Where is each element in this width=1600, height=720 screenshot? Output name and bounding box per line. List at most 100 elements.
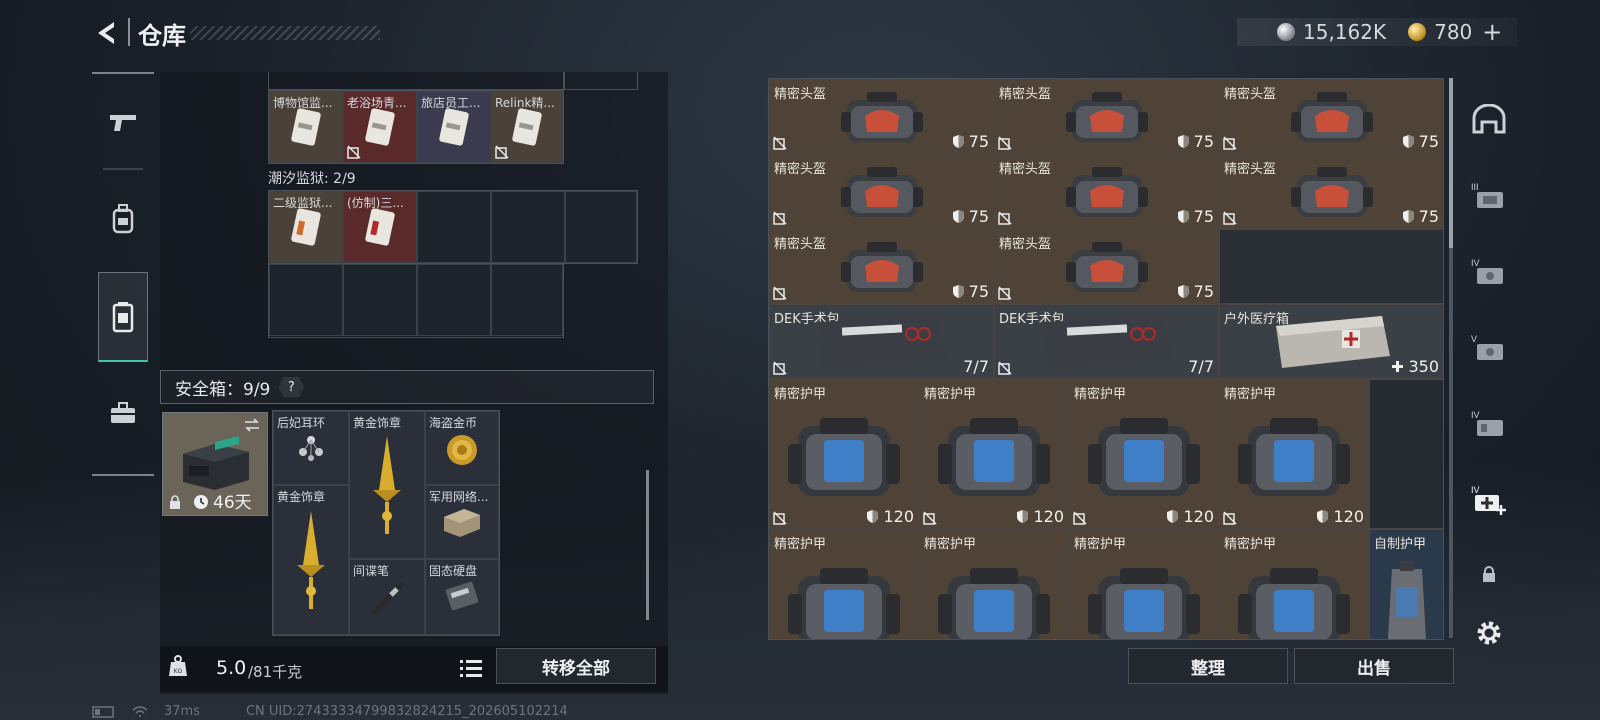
nav-toolbox[interactable] bbox=[98, 382, 148, 444]
empty-slot[interactable] bbox=[1219, 229, 1443, 304]
help-button[interactable]: ? bbox=[278, 377, 305, 397]
stash-item[interactable]: 旅店员工... bbox=[417, 91, 491, 163]
empty-slot[interactable] bbox=[417, 264, 491, 336]
safe-item[interactable]: 后妃耳环 bbox=[273, 411, 349, 485]
armor-item[interactable]: 精密护甲 120 bbox=[919, 379, 1069, 529]
organize-button[interactable]: 整理 bbox=[1128, 648, 1288, 684]
no-transfer-icon bbox=[923, 511, 937, 525]
armor-item[interactable]: 精密护甲 bbox=[769, 529, 919, 639]
durability-shield-icon bbox=[952, 135, 964, 148]
armor-item[interactable]: 精密护甲 120 bbox=[1069, 379, 1219, 529]
inventory-scrollbar[interactable] bbox=[1449, 78, 1453, 638]
dek-surgery-kit[interactable]: DEK手术包 7/7 bbox=[994, 304, 1219, 379]
empty-slot[interactable] bbox=[417, 191, 491, 263]
empty-slot[interactable] bbox=[1369, 379, 1443, 529]
outdoor-medical-kit[interactable]: 户外医疗箱 350 bbox=[1219, 304, 1443, 379]
back-arrow-icon[interactable] bbox=[92, 18, 122, 48]
item-image bbox=[770, 530, 918, 639]
safe-item[interactable]: 黄金饰章 bbox=[349, 411, 425, 559]
safe-item[interactable]: 间谍笔 bbox=[349, 559, 425, 635]
safe-box-grid: 后妃耳环 黄金饰章 海盗金币 黄金饰章 军用网络... 间谍笔 固态硬盘 bbox=[272, 410, 500, 636]
durability-shield-icon bbox=[1177, 135, 1189, 148]
helmet-item[interactable]: 精密头盔 75 bbox=[769, 154, 994, 229]
top-bar: 仓库 15,162K 780 + bbox=[0, 0, 1600, 66]
nav-medical-iv[interactable]: IV bbox=[1458, 464, 1520, 534]
armor-item[interactable]: 精密护甲 bbox=[1069, 529, 1219, 639]
spy-pen-icon bbox=[350, 560, 424, 634]
item-stat-value: 75 bbox=[1418, 207, 1439, 226]
stash-item[interactable]: Relink精... bbox=[491, 91, 563, 163]
no-transfer-icon bbox=[773, 211, 787, 225]
item-stat: 120 bbox=[1166, 507, 1214, 526]
empty-slot[interactable] bbox=[343, 264, 417, 336]
keycard-icon bbox=[418, 92, 490, 162]
safe-item[interactable]: 军用网络... bbox=[425, 485, 499, 559]
armor-level-v-icon: V bbox=[1471, 334, 1503, 360]
add-currency-icon[interactable]: + bbox=[1482, 18, 1502, 46]
list-view-icon[interactable] bbox=[460, 659, 482, 679]
wifi-icon bbox=[132, 705, 148, 717]
nav-container-iv[interactable]: IV bbox=[1458, 388, 1520, 458]
item-image bbox=[1220, 380, 1368, 528]
armor-level-iv-icon: IV bbox=[1471, 258, 1503, 284]
helmet-item[interactable]: 精密头盔 75 bbox=[1219, 154, 1443, 229]
item-stat: 75 bbox=[1177, 282, 1214, 301]
lock-toggle[interactable] bbox=[1458, 554, 1520, 594]
keycard-icon bbox=[270, 192, 342, 262]
empty-slot[interactable] bbox=[491, 264, 563, 336]
helmet-item[interactable]: 精密头盔 75 bbox=[994, 154, 1219, 229]
armor-item[interactable]: 精密护甲 120 bbox=[769, 379, 919, 529]
stash-item[interactable]: 二级监狱... bbox=[269, 191, 343, 263]
empty-slot[interactable] bbox=[269, 264, 343, 336]
currency-bar: 15,162K 780 + bbox=[1237, 18, 1517, 46]
stash-item[interactable]: 博物馆监... bbox=[269, 91, 343, 163]
helmet-item[interactable]: 精密头盔 75 bbox=[994, 79, 1219, 154]
stash-item[interactable]: 老浴场青... bbox=[343, 91, 417, 163]
nav-backpack[interactable] bbox=[98, 188, 148, 250]
stash-item[interactable]: (仿制)三... bbox=[343, 191, 417, 263]
weight-max: /81千克 bbox=[248, 663, 303, 681]
item-stat-value: 350 bbox=[1408, 357, 1439, 376]
armor-item[interactable]: 精密护甲 bbox=[919, 529, 1069, 639]
custom-armor-item[interactable]: 自制护甲 bbox=[1369, 529, 1443, 639]
no-transfer-icon bbox=[495, 145, 509, 159]
transfer-all-button[interactable]: 转移全部 bbox=[496, 648, 656, 684]
helmet-item[interactable]: 精密头盔 75 bbox=[769, 229, 994, 304]
backpack-icon bbox=[112, 204, 134, 234]
no-transfer-icon bbox=[998, 286, 1012, 300]
dek-surgery-kit[interactable]: DEK手术包 7/7 bbox=[769, 304, 994, 379]
nav-armor-iii[interactable]: III bbox=[1458, 160, 1520, 230]
safe-item[interactable]: 海盗金币 bbox=[425, 411, 499, 485]
sell-button[interactable]: 出售 bbox=[1294, 648, 1454, 684]
svg-text:III: III bbox=[1471, 182, 1479, 192]
pistol-icon bbox=[110, 115, 136, 131]
durability-shield-icon bbox=[1167, 510, 1179, 523]
armor-item[interactable]: 精密护甲 120 bbox=[1219, 379, 1369, 529]
helmet-item[interactable]: 精密头盔 75 bbox=[769, 79, 994, 154]
safe-item[interactable]: 黄金饰章 bbox=[273, 485, 349, 635]
nav-armor-iv[interactable]: IV bbox=[1458, 236, 1520, 306]
helmet-item[interactable]: 精密头盔 75 bbox=[994, 229, 1219, 304]
nav-vest[interactable] bbox=[98, 272, 148, 362]
nav-armor-v[interactable]: V bbox=[1458, 312, 1520, 382]
settings-button[interactable] bbox=[1458, 608, 1520, 658]
left-category-nav bbox=[92, 72, 154, 476]
no-transfer-icon bbox=[1073, 511, 1087, 525]
empty-slot[interactable] bbox=[491, 191, 565, 263]
armor-item[interactable]: 精密护甲 bbox=[1219, 529, 1369, 639]
safe-item[interactable]: 固态硬盘 bbox=[425, 559, 499, 635]
page-title: 仓库 bbox=[138, 22, 186, 50]
item-image bbox=[1070, 530, 1218, 639]
safe-box-slot[interactable]: 46天 bbox=[162, 412, 268, 516]
item-stat-value: 7/7 bbox=[1188, 357, 1214, 376]
title-stripe bbox=[190, 26, 380, 40]
item-stat: 7/7 bbox=[1188, 357, 1214, 376]
left-scrollbar[interactable] bbox=[646, 470, 649, 620]
svg-text:IV: IV bbox=[1471, 410, 1480, 420]
empty-slot[interactable] bbox=[565, 191, 637, 263]
nav-helmet-storage[interactable] bbox=[1458, 84, 1520, 154]
item-stat-value: 120 bbox=[1033, 507, 1064, 526]
nav-weapons[interactable] bbox=[98, 92, 148, 154]
helmet-item[interactable]: 精密头盔 75 bbox=[1219, 79, 1443, 154]
durability-shield-icon bbox=[952, 285, 964, 298]
